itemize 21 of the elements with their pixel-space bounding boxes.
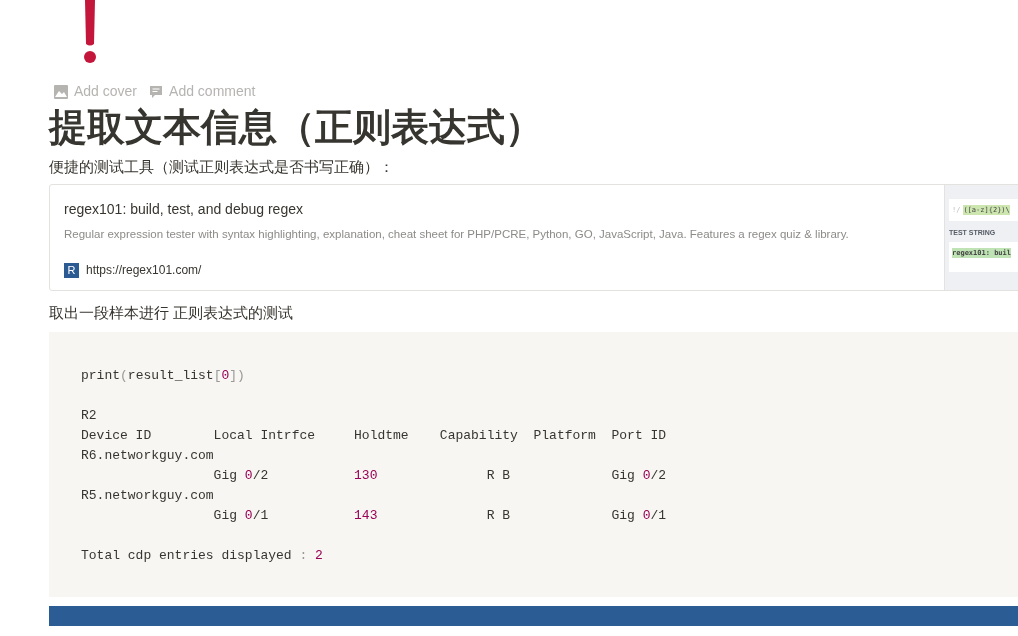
- bookmark-url: https://regex101.com/: [86, 262, 202, 280]
- favicon: R: [64, 262, 79, 278]
- page-title: 提取文本信息（正则表达式）: [49, 105, 544, 150]
- image-icon: [54, 84, 68, 99]
- sample-caption: 取出一段样本进行 正则表达式的测试: [49, 303, 295, 323]
- code-line: Gig 0/1 143 R B Gig 0/1: [212, 507, 667, 525]
- page-action-button[interactable]: Add cover: [54, 81, 138, 102]
- bookmark-title: regex101: build, test, and debug regex: [64, 200, 304, 219]
- page-action-button[interactable]: Add comment: [149, 81, 256, 102]
- bookmark-description: Regular expression tester with syntax highlighting, explanation, cheat sheet for PHP/PCRE, Python, GO, JavaScript, Java. Features a regex quiz & library.: [64, 227, 850, 242]
- code-line: R5.networkguy.com: [81, 487, 214, 505]
- code-line: Device ID Local Intrfce Holdtme Capability Platform Port ID: [81, 427, 667, 445]
- code-line: R2: [81, 407, 97, 425]
- intro-text: 便捷的测试工具（测试正则表达式是否书写正确）：: [49, 157, 395, 177]
- bookmark-card[interactable]: [49, 184, 1018, 291]
- code-line: R6.networkguy.com: [81, 447, 214, 465]
- code-line: Gig 0/2 130 R B Gig 0/2: [212, 467, 667, 485]
- comment-icon: [149, 84, 164, 99]
- exclamation-icon: [83, 0, 97, 64]
- code-line: print(result_list[0]): [81, 367, 245, 385]
- code-line: Total cdp entries displayed : 2: [81, 547, 323, 565]
